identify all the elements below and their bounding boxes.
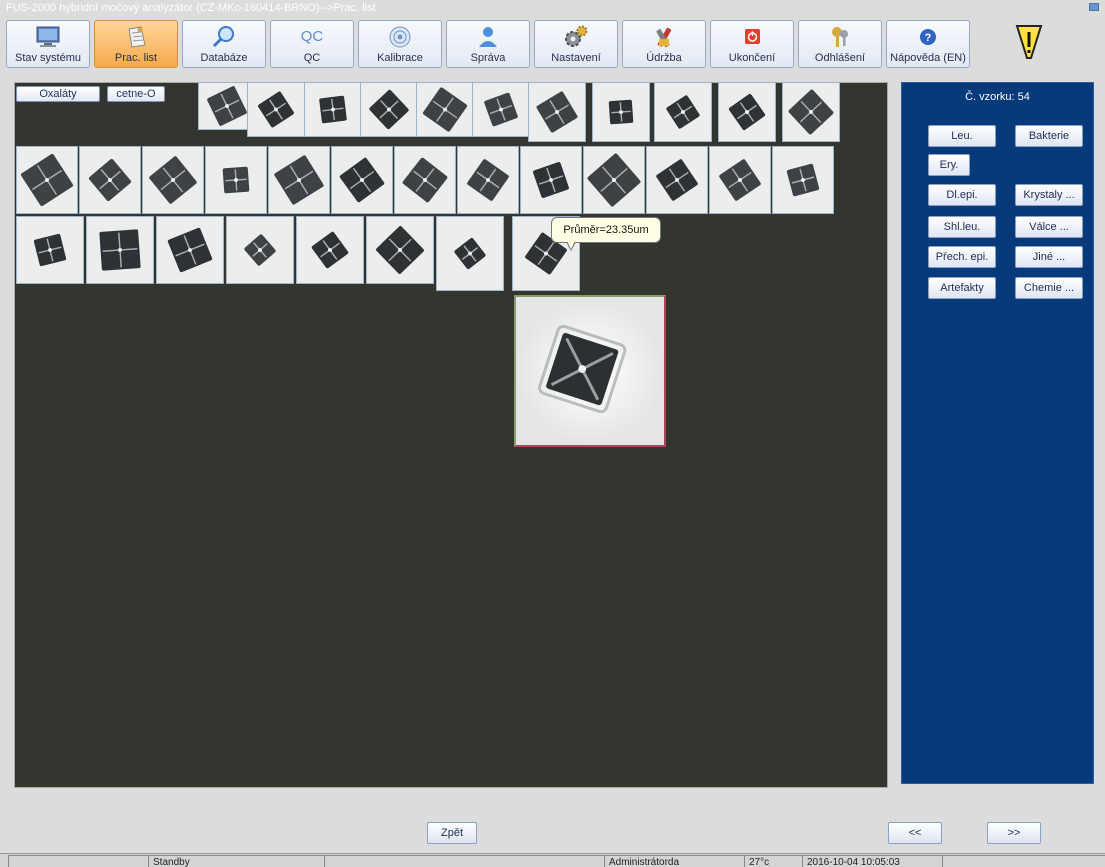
- toolbar-button-kalibrace[interactable]: Kalibrace: [358, 20, 442, 68]
- crystal-thumbnail[interactable]: [583, 146, 645, 214]
- toolbar-button-napoveda[interactable]: ? Nápověda (EN): [886, 20, 970, 68]
- keys-icon: [832, 27, 848, 47]
- help-icon: ?: [920, 29, 936, 45]
- crystal-thumbnail[interactable]: [205, 146, 267, 214]
- monitor-icon: [36, 26, 60, 47]
- enlarged-crystal-image: [514, 295, 666, 447]
- artefakty-button[interactable]: Artefakty: [928, 277, 996, 299]
- toolbar-button-sprava[interactable]: Správa: [446, 20, 530, 68]
- crystal-thumbnail[interactable]: [718, 82, 776, 142]
- target-icon: [389, 26, 411, 48]
- crystal-thumbnail[interactable]: [86, 216, 154, 284]
- chemie-button[interactable]: Chemie ...: [1015, 277, 1083, 299]
- crystal-thumbnail[interactable]: [654, 82, 712, 142]
- crystal-thumbnail[interactable]: [16, 146, 78, 214]
- crystal-thumbnail[interactable]: [79, 146, 141, 214]
- ery-button[interactable]: Ery.: [928, 154, 970, 176]
- toolbar-button-nastaveni[interactable]: Nastavení: [534, 20, 618, 68]
- status-bar: Standby Administrátorda 27°c 2016-10-04 …: [0, 853, 1105, 867]
- status-cell-message: [324, 855, 604, 867]
- crystal-thumbnail[interactable]: [226, 216, 294, 284]
- crystal-thumbnail[interactable]: [268, 146, 330, 214]
- crystal-thumbnail[interactable]: [436, 216, 504, 291]
- crystal-thumbnail[interactable]: [394, 146, 456, 214]
- power-icon: [745, 29, 760, 44]
- minimize-icon[interactable]: [1089, 3, 1099, 11]
- warning-icon[interactable]: [1014, 24, 1044, 60]
- window-title: FUS-2000 hybridní močový analyzátor (CZ-…: [6, 2, 376, 14]
- prech-epi-button[interactable]: Přech. epi.: [928, 246, 996, 268]
- status-temperature: 27°c: [744, 855, 802, 867]
- tab-oxalaty[interactable]: Oxaláty: [16, 86, 100, 102]
- gears-icon: [565, 25, 588, 47]
- crystal-thumbnail[interactable]: [247, 82, 305, 137]
- crystal-thumbnail[interactable]: [646, 146, 708, 214]
- next-page-button[interactable]: >>: [987, 822, 1041, 844]
- main-toolbar: Stav systému Prac. list Databáze QC QC K…: [6, 20, 1076, 68]
- status-user: Administrátorda: [604, 855, 744, 867]
- magnifier-icon: [212, 26, 234, 48]
- crystal-thumbnail[interactable]: [772, 146, 834, 214]
- crystal-thumbnail[interactable]: [472, 82, 530, 137]
- crystal-thumbnail[interactable]: [782, 82, 840, 142]
- crystal-thumbnail[interactable]: [156, 216, 224, 284]
- back-button[interactable]: Zpět: [427, 822, 477, 844]
- classification-panel: Č. vzorku: 54 Leu. Bakterie Ery. Dl.epi.…: [901, 82, 1094, 784]
- toolbar-button-stav-systemu[interactable]: Stav systému: [6, 20, 90, 68]
- crystal-thumbnail[interactable]: [296, 216, 364, 284]
- prev-page-button[interactable]: <<: [888, 822, 942, 844]
- status-datetime: 2016-10-04 10:05:03: [802, 855, 942, 867]
- user-icon: [479, 27, 497, 47]
- status-cell-empty: [8, 855, 148, 867]
- worksheet-icon: [128, 26, 146, 48]
- dl-epi-button[interactable]: Dl.epi.: [928, 184, 996, 206]
- crystal-thumbnail[interactable]: [592, 82, 650, 142]
- toolbar-button-udrzba[interactable]: Údržba: [622, 20, 706, 68]
- tools-icon: [656, 27, 672, 48]
- crystal-thumbnail[interactable]: [331, 146, 393, 214]
- bakterie-button[interactable]: Bakterie: [1015, 125, 1083, 147]
- valce-button[interactable]: Válce ...: [1015, 216, 1083, 238]
- diameter-tooltip: Průměr=23.35um: [551, 217, 661, 251]
- crystal-thumbnail[interactable]: [528, 82, 586, 142]
- toolbar-button-prac-list[interactable]: Prac. list: [94, 20, 178, 68]
- crystal-thumbnail[interactable]: [142, 146, 204, 214]
- crystal-thumbnail[interactable]: [366, 216, 434, 284]
- toolbar-button-databaze[interactable]: Databáze: [182, 20, 266, 68]
- status-state: Standby: [148, 855, 324, 867]
- crystal-thumbnail[interactable]: [709, 146, 771, 214]
- crystal-thumbnail[interactable]: [304, 82, 362, 137]
- toolbar-button-ukonceni[interactable]: Ukončení: [710, 20, 794, 68]
- toolbar-button-odhlaseni[interactable]: Odhlášení: [798, 20, 882, 68]
- tab-cetne-o[interactable]: cetne-O: [107, 86, 165, 102]
- leu-button[interactable]: Leu.: [928, 125, 996, 147]
- shl-leu-button[interactable]: Shl.leu.: [928, 216, 996, 238]
- crystal-thumbnail[interactable]: [457, 146, 519, 214]
- crystal-thumbnail[interactable]: [416, 82, 474, 137]
- toolbar-button-qc[interactable]: QC QC: [270, 20, 354, 68]
- status-cell-extra: [942, 855, 1105, 867]
- sample-number: Č. vzorku: 54: [965, 91, 1030, 103]
- svg-text:?: ?: [925, 32, 932, 44]
- jine-button[interactable]: Jiné ...: [1015, 246, 1083, 268]
- crystal-thumbnail[interactable]: [360, 82, 418, 137]
- window-titlebar: FUS-2000 hybridní močový analyzátor (CZ-…: [0, 0, 1105, 16]
- qc-icon: QC: [300, 28, 324, 45]
- crystal-thumbnail[interactable]: [520, 146, 582, 214]
- krystaly-button[interactable]: Krystaly ...: [1015, 184, 1083, 206]
- crystal-thumbnail[interactable]: [16, 216, 84, 284]
